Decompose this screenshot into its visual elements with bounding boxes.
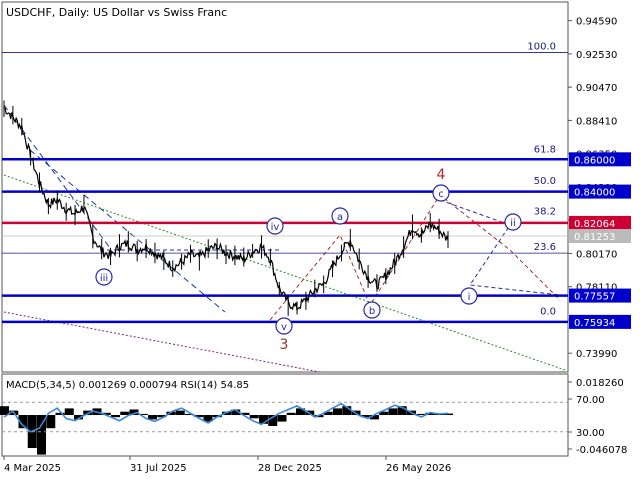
- price-tick-label: 0.94590: [576, 17, 617, 28]
- price-tag-label: 0.75934: [574, 318, 615, 329]
- wave-label-text: v: [281, 322, 287, 333]
- price-tag-label: 0.77557: [574, 292, 615, 303]
- fib-label: 100.0: [527, 41, 556, 52]
- indicator-tick-label: -0.046078: [576, 445, 627, 456]
- price-tick-label: 0.73990: [576, 349, 617, 360]
- indicator-tick-label: 0.018260: [576, 378, 624, 389]
- macd-bar: [120, 411, 130, 415]
- wave-label-text: ii: [510, 218, 516, 229]
- indicator-label: MACD(5,34,5) 0.001269 0.000794 RSI(14) 5…: [6, 380, 249, 391]
- time-tick-label: 31 Jul 2025: [130, 463, 187, 474]
- time-tick-label: 4 Mar 2025: [4, 463, 61, 474]
- macd-bar: [249, 415, 259, 419]
- macd-bar: [46, 415, 56, 429]
- wave-label-text: iii: [100, 273, 108, 284]
- macd-bar: [333, 408, 342, 415]
- price-tag-label: 0.84000: [574, 188, 615, 199]
- wave-label-text: 3: [280, 337, 289, 353]
- macd-bar: [286, 412, 296, 415]
- wave-label-text: iv: [271, 222, 280, 233]
- price-tick-label: 0.90470: [576, 83, 617, 94]
- wave-label-text: 4: [437, 167, 446, 183]
- time-tick-label: 28 Dec 2025: [258, 463, 322, 474]
- price-tick-label: 0.80170: [576, 249, 617, 260]
- macd-bar: [388, 408, 398, 415]
- fib-label: 23.6: [534, 242, 556, 253]
- chart-title: USDCHF, Daily: US Dollar vs Swiss Franc: [6, 6, 227, 19]
- macd-bar: [277, 415, 287, 422]
- price-tick-label: 0.88410: [576, 116, 617, 127]
- fib-label: 38.2: [534, 206, 556, 217]
- wave-label-text: c: [438, 189, 444, 200]
- usdchf-daily-chart: iv a c ii iii i b v 4 3 100.0 61.8 50.0 38.2 23.6 0.0 …: [0, 0, 640, 480]
- price-tag-label: 0.81253: [574, 232, 615, 243]
- main-chart-frame: [1, 1, 569, 373]
- wave-label-text: b: [369, 306, 375, 317]
- price-tag-label: 0.86000: [574, 155, 615, 166]
- indicator-tick-label: 30.00: [576, 428, 605, 439]
- macd-bar: [175, 410, 185, 415]
- wave-label-text: a: [337, 212, 343, 223]
- macd-bar: [64, 408, 74, 415]
- time-tick-label: 26 May 2026: [386, 463, 451, 474]
- fib-label: 61.8: [534, 145, 556, 156]
- fib-label: 0.0: [540, 307, 556, 318]
- price-tick-label: 0.92530: [576, 50, 617, 61]
- indicator-tick-label: 70.00: [576, 395, 605, 406]
- fib-label: 50.0: [534, 176, 556, 187]
- wave-label-text: i: [468, 292, 471, 303]
- time-axis: 4 Mar 2025 31 Jul 2025 28 Dec 2025 26 May 2…: [3, 456, 451, 474]
- price-tags: 0.86000 0.84000 0.82064 0.81253 0.77557 0.759…: [569, 152, 631, 329]
- price-tag-label: 0.82064: [574, 219, 615, 230]
- indicator-axis: 0.018260 70.00 30.00 -0.046078: [568, 378, 627, 456]
